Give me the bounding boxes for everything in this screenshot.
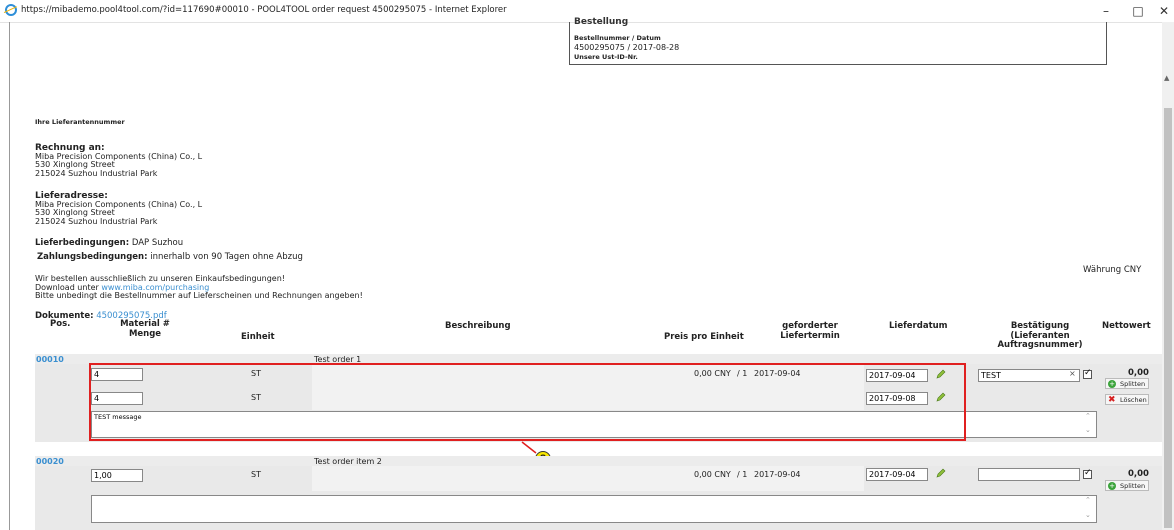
billing-line: 215024 Suzhou Industrial Park (35, 168, 158, 178)
col-nettowert: Nettowert (1102, 321, 1151, 331)
confirmation-input[interactable] (978, 369, 1080, 382)
split-button[interactable]: + Splitten (1105, 480, 1149, 491)
supplier-number-label: Ihre Lieferantennummer (35, 118, 125, 126)
billing-address: Rechnung an: Miba Precision Components (… (35, 144, 202, 178)
currency-label: Währung CNY (1083, 265, 1142, 275)
col-gef-line2: Liefertermin (780, 330, 840, 341)
delivery-terms-label: Lieferbedingungen: (35, 238, 130, 248)
col-preis: Preis pro Einheit (664, 332, 744, 342)
order-number-value: 4500295075 / 2017-08-28 (574, 43, 680, 52)
notes-line: Bitte unbedingt die Bestellnummer auf Li… (35, 291, 363, 301)
delivery-date-input[interactable] (866, 468, 928, 481)
price-value: 0,00 CNY (694, 470, 731, 479)
confirm-checkbox[interactable] (1083, 368, 1092, 379)
scrollbar-thumb[interactable] (1164, 108, 1172, 528)
scroll-down-icon[interactable]: ⌄ (1085, 426, 1091, 434)
window-title: https://mibademo.pool4tool.com/?id=11769… (21, 5, 507, 15)
col-bestaetigung: Bestätigung (Lieferanten Auftragsnummer) (990, 321, 1090, 351)
internet-explorer-icon (5, 4, 17, 16)
split-button-label: Splitten (1120, 380, 1146, 388)
scroll-down-icon[interactable]: ⌄ (1085, 511, 1091, 519)
col-lieferdatum: Lieferdatum (889, 321, 948, 331)
item-header-row (35, 456, 1162, 466)
add-icon: + (1108, 482, 1116, 490)
delivery-address: Lieferadresse: Miba Precision Components… (35, 192, 202, 226)
delete-button-label: Löschen (1120, 396, 1147, 404)
col-best-line3: Auftragsnummer) (997, 340, 1083, 350)
col-material: Material # Menge (105, 319, 185, 339)
message-textarea[interactable] (91, 495, 1097, 523)
order-notes: Wir bestellen ausschließlich zu unseren … (35, 274, 363, 301)
item-pos-link[interactable]: 00020 (36, 457, 64, 466)
order-box-heading: Bestellung (574, 17, 629, 27)
item-pos-link[interactable]: 00010 (36, 355, 64, 364)
clear-input-icon[interactable]: × (1069, 369, 1076, 378)
quantity-input[interactable] (91, 469, 143, 482)
item-description: Test order item 2 (314, 457, 382, 466)
window-left-border (9, 22, 10, 530)
requested-date: 2017-09-04 (754, 470, 801, 479)
delivery-line: 215024 Suzhou Industrial Park (35, 216, 158, 226)
payment-terms-value: innerhalb von 90 Tagen ohne Abzug (150, 252, 303, 262)
price-per: / 1 (737, 470, 748, 479)
minimize-button[interactable]: – (1094, 3, 1118, 19)
confirm-checkbox[interactable] (1083, 468, 1092, 479)
split-button-label: Splitten (1120, 482, 1146, 490)
annotation-highlight (89, 363, 966, 441)
delivery-terms: Lieferbedingungen: DAP Suzhou (35, 238, 183, 248)
vat-id-label: Unsere Ust-ID-Nr. (574, 53, 638, 61)
confirmation-input[interactable] (978, 468, 1080, 481)
delivery-terms-value: DAP Suzhou (131, 238, 184, 248)
scroll-up-arrow-icon[interactable]: ▲ (1164, 74, 1169, 82)
add-icon: + (1108, 380, 1116, 388)
maximize-button[interactable]: □ (1126, 3, 1150, 19)
payment-terms-label: Zahlungsbedingungen: (37, 252, 148, 262)
payment-terms: Zahlungsbedingungen: innerhalb von 90 Ta… (37, 252, 303, 262)
close-button[interactable]: ✕ (1152, 3, 1174, 19)
col-menge-label: Menge (128, 328, 162, 339)
net-value: 0,00 (1128, 469, 1149, 479)
edit-pencil-icon[interactable] (936, 468, 946, 478)
unit-label: ST (251, 470, 261, 479)
split-button[interactable]: + Splitten (1105, 378, 1149, 389)
net-value: 0,00 (1128, 368, 1149, 378)
col-pos: Pos. (50, 319, 71, 329)
scroll-up-icon[interactable]: ⌃ (1085, 412, 1091, 420)
col-beschreibung: Beschreibung (445, 321, 511, 331)
vertical-scrollbar[interactable]: ▲ (1162, 22, 1174, 530)
order-info-box: Bestellung Bestellnummer / Datum 4500295… (569, 17, 1107, 65)
col-einheit: Einheit (241, 332, 275, 342)
col-gef: geforderter Liefertermin (770, 321, 850, 341)
delete-button[interactable]: ✖ Löschen (1105, 394, 1149, 405)
delete-icon: ✖ (1108, 395, 1116, 405)
scroll-up-icon[interactable]: ⌃ (1085, 496, 1091, 504)
order-number-label: Bestellnummer / Datum (574, 34, 661, 42)
